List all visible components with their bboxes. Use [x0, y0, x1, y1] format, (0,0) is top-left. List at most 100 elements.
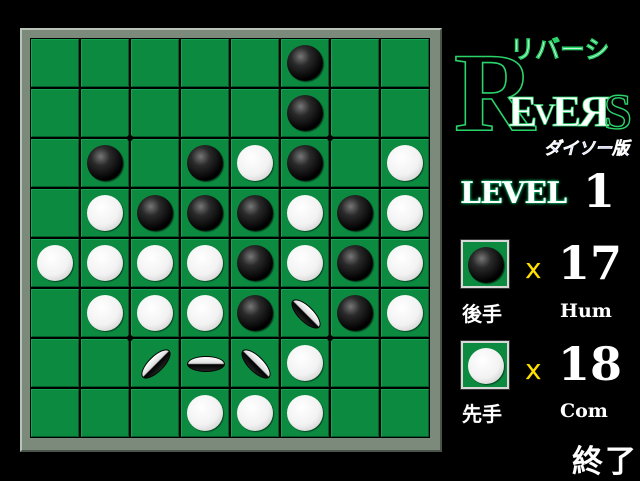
logo-edition: ダイソー版	[544, 139, 632, 159]
board-cell[interactable]	[230, 338, 280, 388]
board-cell[interactable]	[380, 188, 430, 238]
white-disc	[87, 245, 123, 281]
board-cell[interactable]	[380, 38, 430, 88]
logo-letter-e2: E	[552, 87, 581, 136]
end-game-button[interactable]: 終了	[572, 436, 638, 481]
board-cell[interactable]	[230, 138, 280, 188]
white-disc	[37, 245, 73, 281]
board-cell[interactable]	[380, 138, 430, 188]
board-cell[interactable]	[380, 88, 430, 138]
board-cell[interactable]	[30, 288, 80, 338]
white-disc	[237, 145, 273, 181]
black-disc	[237, 245, 273, 281]
board-cell[interactable]	[180, 288, 230, 338]
board-cell[interactable]	[330, 338, 380, 388]
black-disc	[187, 145, 223, 181]
board-cell[interactable]	[280, 188, 330, 238]
white-disc	[387, 195, 423, 231]
board-cell[interactable]	[280, 388, 330, 438]
level-value: 1	[583, 164, 616, 218]
board-cell[interactable]	[380, 238, 430, 288]
board-cell[interactable]	[280, 138, 330, 188]
board-cell[interactable]	[180, 338, 230, 388]
black-disc	[237, 195, 273, 231]
board-cell[interactable]	[130, 138, 180, 188]
black-disc	[337, 245, 373, 281]
board-cell[interactable]	[330, 388, 380, 438]
board-cell[interactable]	[180, 238, 230, 288]
white-disc	[137, 245, 173, 281]
board-cell[interactable]	[280, 338, 330, 388]
board-cell[interactable]	[30, 388, 80, 438]
board-cell[interactable]	[380, 338, 430, 388]
white-disc	[287, 195, 323, 231]
black-count: 17	[558, 236, 623, 290]
board-cell[interactable]	[330, 288, 380, 338]
board-cell[interactable]	[80, 288, 130, 338]
black-disc	[337, 295, 373, 331]
board-cell[interactable]	[230, 238, 280, 288]
white-disc	[187, 395, 223, 431]
board-cell[interactable]	[130, 288, 180, 338]
board-cell[interactable]	[130, 38, 180, 88]
white-disc-icon	[468, 348, 504, 384]
black-multiplier: x	[525, 252, 542, 285]
black-disc	[337, 195, 373, 231]
board-cell[interactable]	[330, 38, 380, 88]
white-disc	[287, 245, 323, 281]
board-cell[interactable]	[80, 188, 130, 238]
board-cell[interactable]	[180, 388, 230, 438]
board-cell[interactable]	[30, 188, 80, 238]
board-cell[interactable]	[380, 288, 430, 338]
board-cell[interactable]	[230, 388, 280, 438]
board-cell[interactable]	[280, 238, 330, 288]
black-disc	[187, 195, 223, 231]
board-cell[interactable]	[30, 238, 80, 288]
board-cell[interactable]	[230, 38, 280, 88]
board-cell[interactable]	[280, 88, 330, 138]
board-cell[interactable]	[80, 338, 130, 388]
board-cell[interactable]	[130, 388, 180, 438]
board-cell[interactable]	[180, 88, 230, 138]
board-cell[interactable]	[230, 288, 280, 338]
game-logo: R リバーシ E V E R S ダイソー版	[453, 30, 632, 159]
board-cell[interactable]	[330, 88, 380, 138]
board-cell[interactable]	[130, 338, 180, 388]
board-cell[interactable]	[30, 338, 80, 388]
board-cell[interactable]	[80, 138, 130, 188]
white-disc	[187, 245, 223, 281]
white-turn-label: 先手	[462, 402, 502, 426]
board-cell[interactable]	[30, 138, 80, 188]
logo-letter-s: S	[604, 83, 632, 139]
board-cell[interactable]	[180, 138, 230, 188]
black-disc	[87, 145, 123, 181]
board-cell[interactable]	[80, 38, 130, 88]
white-disc	[237, 395, 273, 431]
board-cell[interactable]	[80, 238, 130, 288]
board-cell[interactable]	[30, 88, 80, 138]
board-cell[interactable]	[230, 188, 280, 238]
white-disc	[287, 345, 323, 381]
board-cell[interactable]	[130, 238, 180, 288]
board-cell[interactable]	[80, 388, 130, 438]
board-cell[interactable]	[330, 138, 380, 188]
black-disc-icon	[468, 247, 504, 283]
flipping-disc	[286, 294, 326, 334]
board-cell[interactable]	[30, 38, 80, 88]
board-cell[interactable]	[130, 188, 180, 238]
board-cell[interactable]	[180, 38, 230, 88]
flipping-disc	[187, 356, 225, 372]
board-cell[interactable]	[280, 288, 330, 338]
board-cell[interactable]	[80, 88, 130, 138]
board-cell[interactable]	[280, 38, 330, 88]
board-star-point	[327, 135, 333, 141]
black-disc	[137, 195, 173, 231]
board-cell[interactable]	[380, 388, 430, 438]
game-board[interactable]	[30, 38, 430, 438]
logo-letter-e1: E	[508, 87, 537, 136]
board-cell[interactable]	[330, 188, 380, 238]
board-cell[interactable]	[230, 88, 280, 138]
board-cell[interactable]	[180, 188, 230, 238]
board-cell[interactable]	[330, 238, 380, 288]
board-cell[interactable]	[130, 88, 180, 138]
